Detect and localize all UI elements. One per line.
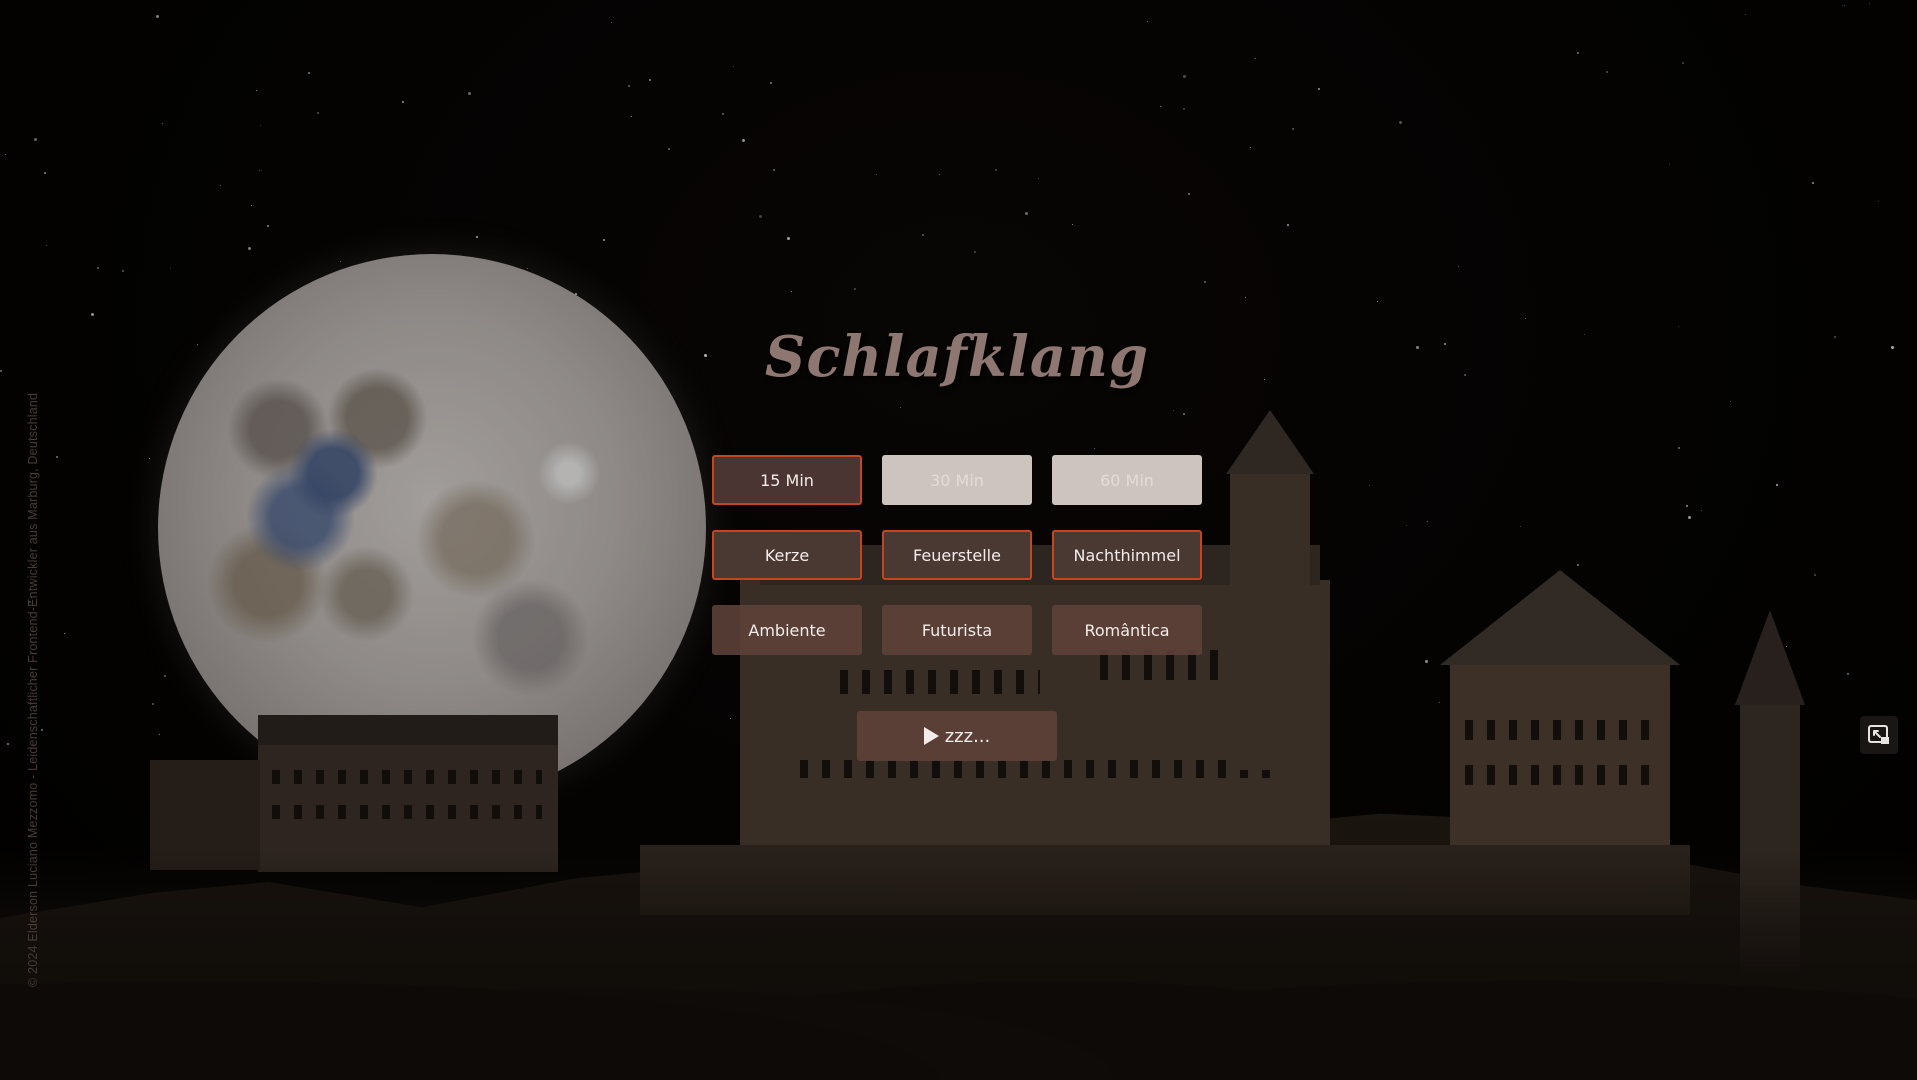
fullscreen-button[interactable]	[1860, 716, 1898, 754]
sound-kerze-button[interactable]: Kerze	[712, 530, 862, 580]
fullscreen-icon	[1868, 725, 1889, 744]
theme-romantica-button[interactable]: Romântica	[1052, 605, 1202, 655]
timer-60-button[interactable]: 60 Min	[1052, 455, 1202, 505]
app-stage: © 2024 Elderson Luciano Mezzomo - Leiden…	[0, 0, 1917, 1080]
play-icon	[923, 727, 939, 745]
theme-futurista-button[interactable]: Futurista	[882, 605, 1032, 655]
app-title: Schlafklang	[764, 324, 1150, 390]
sound-feuerstelle-button[interactable]: Feuerstelle	[882, 530, 1032, 580]
play-button[interactable]: zzz...	[857, 711, 1057, 761]
play-label: zzz...	[944, 725, 991, 747]
theme-ambiente-button[interactable]: Ambiente	[712, 605, 862, 655]
sound-nachthimmel-button[interactable]: Nachthimmel	[1052, 530, 1202, 580]
copyright-credit: © 2024 Elderson Luciano Mezzomo - Leiden…	[26, 392, 40, 987]
timer-30-button[interactable]: 30 Min	[882, 455, 1032, 505]
timer-15-button[interactable]: 15 Min	[712, 455, 862, 505]
